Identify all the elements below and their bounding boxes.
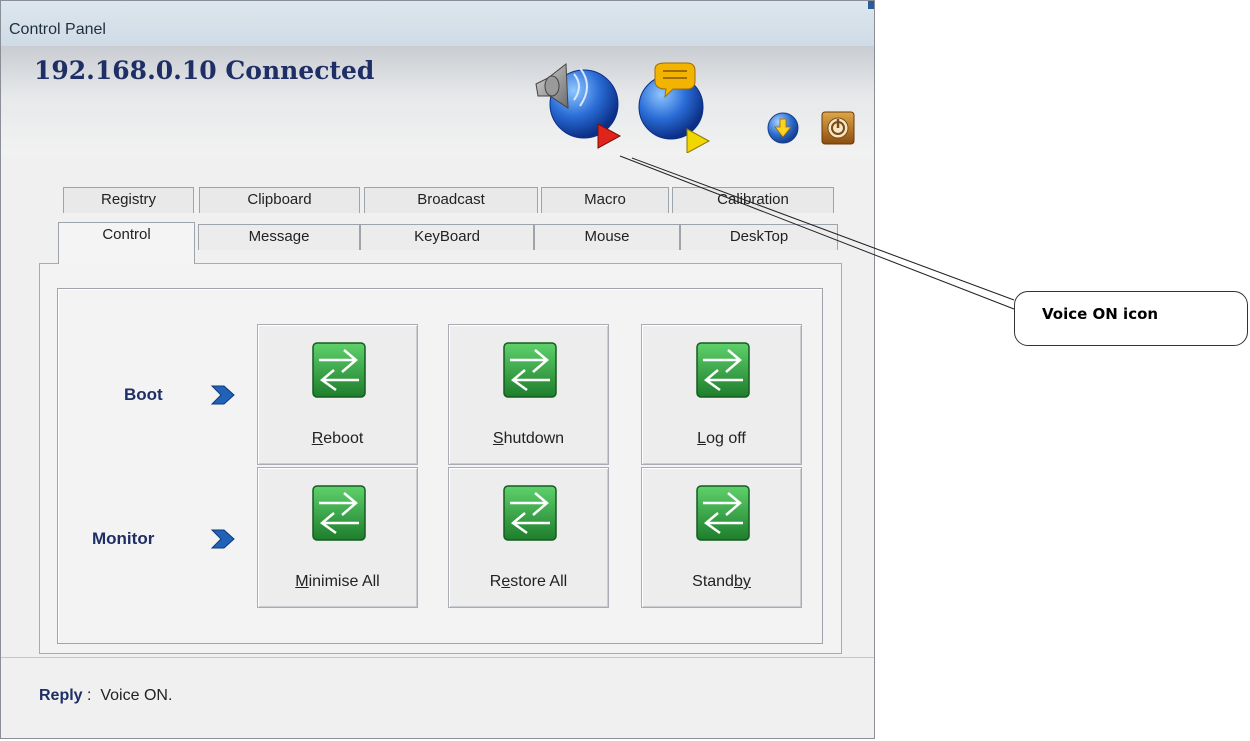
voice-on-callout: Voice ON icon (1014, 291, 1248, 346)
callout-leader-lines (619, 155, 1015, 310)
tab-control[interactable]: Control (58, 222, 195, 264)
callout-text: Voice ON icon (1042, 305, 1159, 323)
